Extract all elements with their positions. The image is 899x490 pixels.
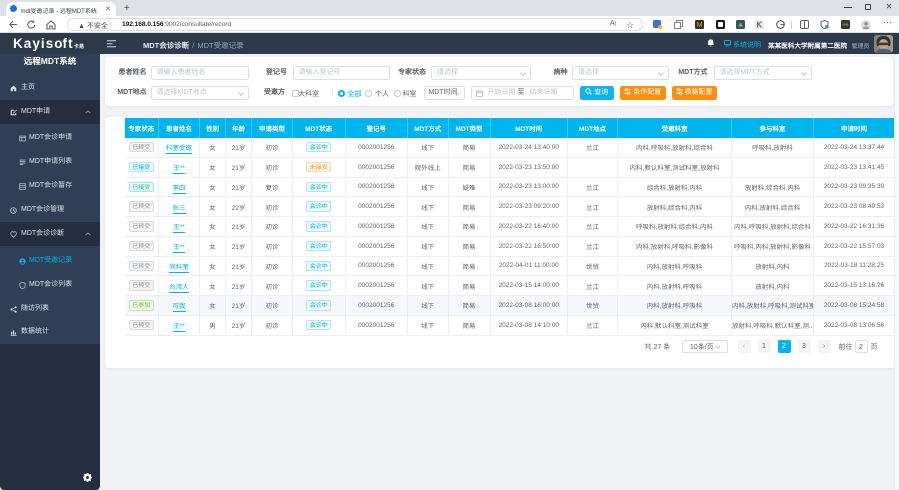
svg-text:M: M: [696, 22, 702, 29]
